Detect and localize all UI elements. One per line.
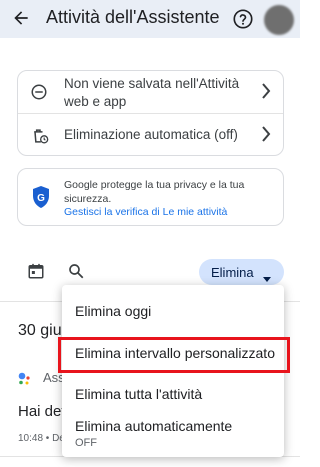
activity-item-meta: 10:48 • De: [18, 433, 65, 444]
privacy-card: G Google protegge la tua privacy e la tu…: [17, 168, 284, 226]
app-bar: Attività dell'Assistente: [0, 0, 300, 38]
highlight-box: [58, 337, 290, 373]
page-title: Attività dell'Assistente: [46, 7, 220, 27]
help-icon[interactable]: [232, 8, 254, 30]
auto-delete-status: OFF: [75, 437, 97, 449]
google-shield-icon: G: [31, 185, 51, 214]
auto-delete-icon: [30, 126, 50, 151]
activity-settings-card: Non viene salvata nell'Attività web e ap…: [17, 70, 284, 156]
auto-delete-label: Eliminazione automatica (off): [64, 127, 238, 142]
privacy-text: Google protegge la tua privacy e la tua …: [64, 179, 245, 205]
caret-down-icon: [263, 270, 271, 285]
menu-item-delete-today[interactable]: Elimina oggi: [62, 303, 284, 319]
blocked-icon: [30, 83, 48, 106]
chevron-right-icon: [261, 126, 271, 147]
delete-dropdown-button[interactable]: Elimina: [199, 259, 284, 285]
menu-item-delete-all[interactable]: Elimina tutta l'attività: [62, 386, 284, 402]
auto-delete-row[interactable]: Eliminazione automatica (off): [18, 114, 283, 156]
avatar[interactable]: [264, 5, 294, 35]
back-arrow-icon[interactable]: [9, 7, 33, 29]
assistant-icon: [17, 371, 31, 390]
date-heading: 30 giu: [18, 322, 62, 339]
search-icon[interactable]: [67, 262, 85, 285]
delete-dropdown-label: Elimina: [211, 264, 254, 280]
web-app-activity-row[interactable]: Non viene salvata nell'Attività web e ap…: [18, 71, 283, 113]
web-app-activity-label: Non viene salvata nell'Attività web e ap…: [64, 76, 240, 109]
activity-item-title[interactable]: Hai det: [18, 403, 66, 420]
chevron-right-icon: [261, 83, 271, 104]
svg-text:G: G: [37, 193, 45, 204]
calendar-icon[interactable]: [27, 262, 45, 285]
manage-verification-link[interactable]: Gestisci la verifica di Le mie attività: [64, 206, 227, 218]
menu-item-auto-delete[interactable]: Elimina automaticamente: [62, 418, 284, 434]
